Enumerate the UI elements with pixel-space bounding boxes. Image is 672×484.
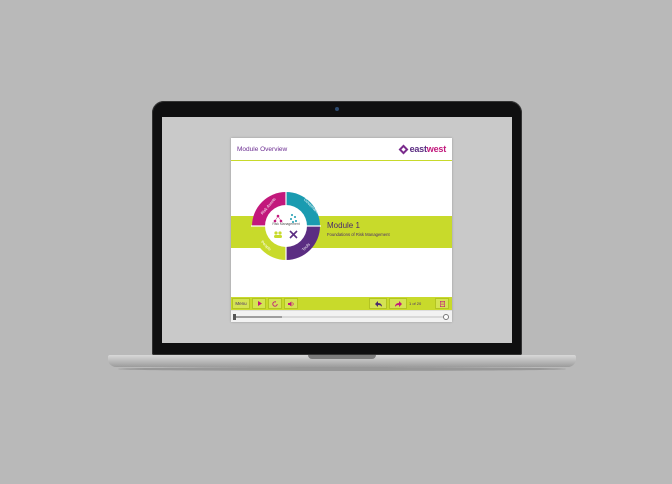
progress-end-icon bbox=[443, 314, 449, 320]
module-title: Module 1 bbox=[327, 221, 360, 230]
topic-wheel[interactable]: Risk Assets Governance Tools People bbox=[251, 191, 322, 261]
brand-part1: east bbox=[409, 144, 427, 154]
speaker-icon bbox=[287, 301, 294, 306]
progress-fill bbox=[236, 316, 283, 318]
brand-logo: eastwest bbox=[398, 143, 447, 155]
menu-button[interactable]: Menu bbox=[232, 298, 250, 309]
laptop-lid: Module Overview eastwest Module 1 Founda… bbox=[152, 101, 522, 355]
progress-track[interactable] bbox=[231, 310, 452, 322]
laptop-shadow bbox=[118, 367, 566, 371]
laptop-notch bbox=[308, 355, 376, 359]
replay-button[interactable] bbox=[268, 298, 282, 309]
app-header: Module Overview eastwest bbox=[231, 138, 452, 161]
page-title: Module Overview bbox=[237, 146, 288, 153]
laptop-base bbox=[108, 355, 576, 367]
play-icon bbox=[257, 301, 262, 306]
player-toolbar: Menu 1 of 20 bbox=[231, 297, 452, 310]
module-subtitle: Foundations of Risk Management bbox=[327, 232, 390, 237]
back-button[interactable] bbox=[369, 298, 387, 309]
topic-wheel-graphic: Risk Assets Governance Tools People bbox=[251, 191, 322, 261]
brand-part2: west bbox=[426, 144, 446, 154]
audio-button[interactable] bbox=[284, 298, 298, 309]
page-indicator: 1 of 20 bbox=[409, 301, 422, 306]
document-icon bbox=[439, 300, 445, 307]
laptop-screen: Module Overview eastwest Module 1 Founda… bbox=[162, 117, 512, 343]
camera-icon bbox=[335, 107, 339, 111]
back-arrow-icon bbox=[374, 300, 382, 307]
progress-bar[interactable] bbox=[236, 316, 446, 318]
replay-icon bbox=[272, 300, 278, 307]
brand-diamond-icon bbox=[398, 144, 409, 154]
next-button[interactable] bbox=[389, 298, 407, 309]
forward-arrow-icon bbox=[394, 300, 402, 307]
notes-button[interactable] bbox=[435, 298, 449, 309]
course-window: Module Overview eastwest Module 1 Founda… bbox=[231, 138, 452, 322]
play-button[interactable] bbox=[252, 298, 266, 309]
wheel-center-label: Risk Management bbox=[272, 222, 300, 226]
brand-wordmark: eastwest bbox=[409, 144, 447, 154]
